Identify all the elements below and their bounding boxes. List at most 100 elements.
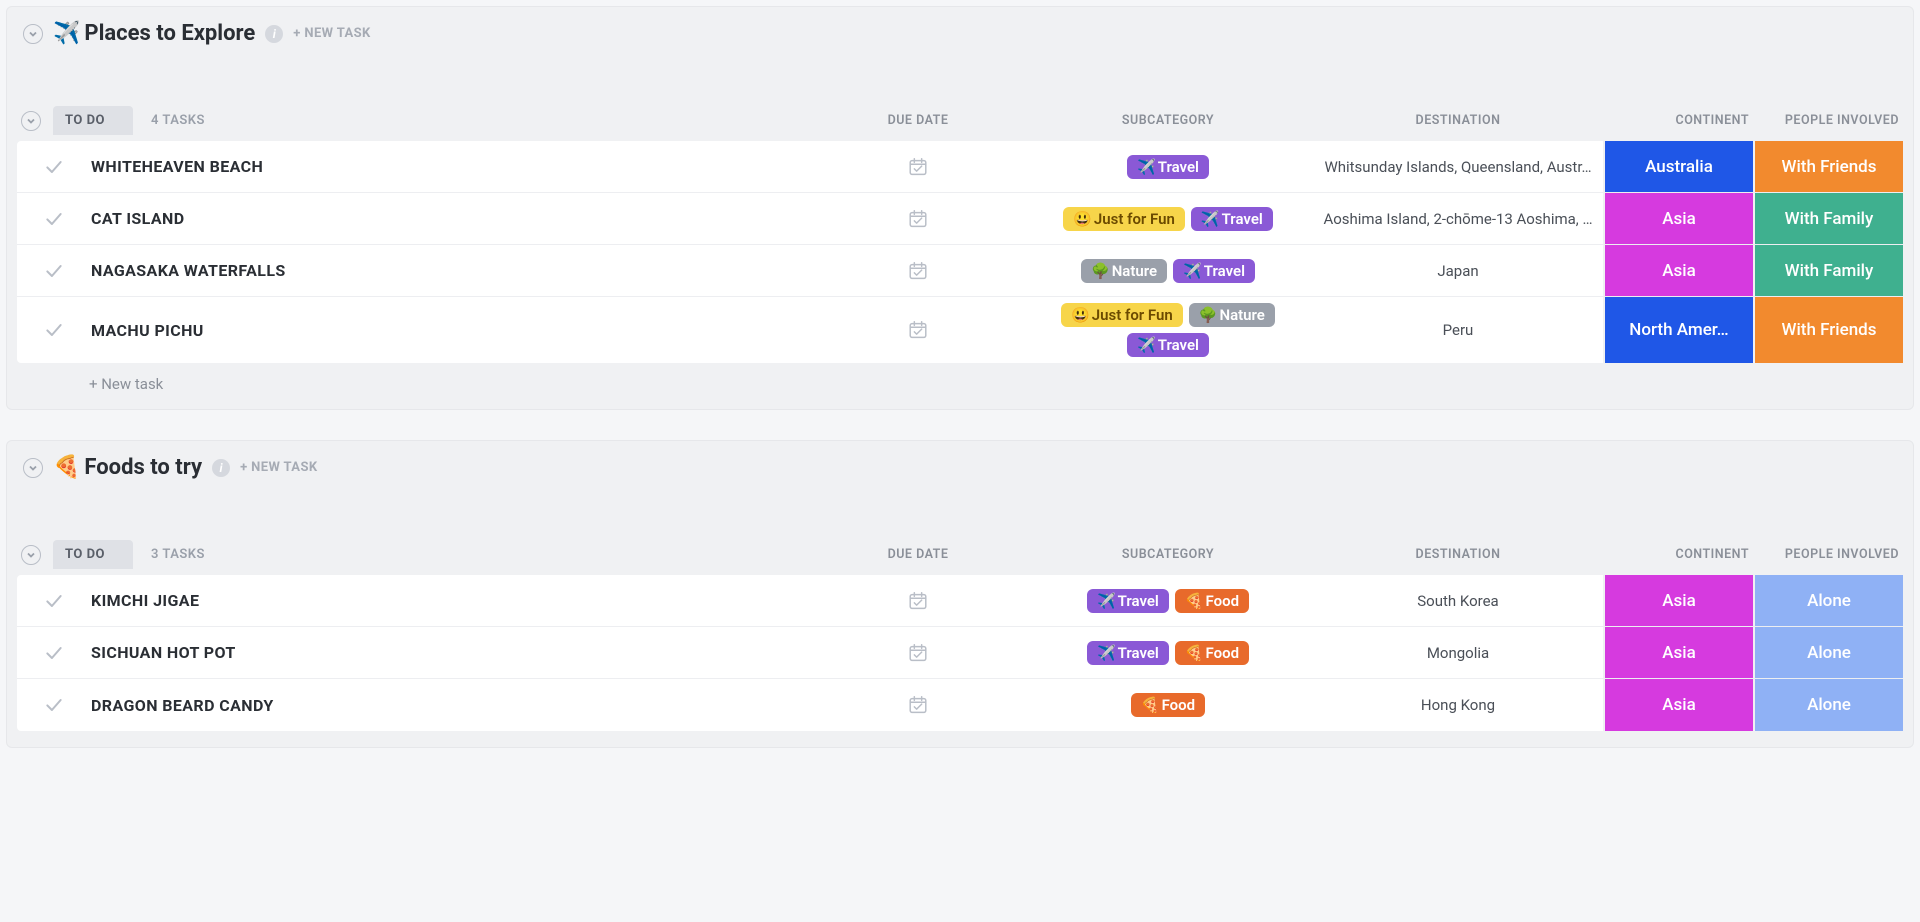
section: ✈️Places to Explore i + NEW TASK TO DO4 TAS… [6,6,1914,410]
collapse-toggle[interactable] [23,24,43,44]
col-subcategory[interactable]: SUBCATEGORY [1023,547,1313,562]
due-date-cell[interactable] [813,156,1023,178]
subcategory-cell[interactable]: 😃Just for Fun🌳Nature ✈️Travel [1023,297,1313,363]
new-task-button-top[interactable]: + NEW TASK [240,460,317,475]
complete-toggle[interactable] [17,591,73,611]
task-row[interactable]: DRAGON BEARD CANDY 🍕Food Hong KongAsiaAlon… [17,679,1903,731]
subcategory-cell[interactable]: 🌳Nature✈️Travel [1023,253,1313,289]
tag-food[interactable]: 🍕Food [1131,693,1205,717]
destination-cell[interactable]: Peru [1313,321,1603,339]
destination-cell[interactable]: Japan [1313,262,1603,280]
tag-nature[interactable]: 🌳Nature [1189,303,1275,327]
people-cell[interactable]: With Friends [1753,297,1903,363]
tag-label: Food [1206,644,1240,662]
tag-fun[interactable]: 😃Just for Fun [1063,207,1185,231]
status-chip[interactable]: TO DO [53,540,133,569]
destination-cell[interactable]: Hong Kong [1313,696,1603,714]
task-name[interactable]: DRAGON BEARD CANDY [73,696,813,715]
column-header-row: TO DO4 TASKSDUE DATESUBCATEGORYDESTINATI… [17,106,1903,141]
tag-label: Just for Fun [1094,210,1175,228]
col-people[interactable]: PEOPLE INVOLVED [1753,547,1903,562]
complete-toggle[interactable] [17,643,73,663]
due-date-cell[interactable] [813,694,1023,716]
subcategory-cell[interactable]: ✈️Travel [1023,149,1313,185]
task-name[interactable]: KIMCHI JIGAE [73,591,813,610]
complete-toggle[interactable] [17,209,73,229]
task-name[interactable]: MACHU PICHU [73,321,813,340]
destination-cell[interactable]: Mongolia [1313,644,1603,662]
people-cell[interactable]: With Family [1753,245,1903,296]
section-title[interactable]: 🍕Foods to try [53,455,202,480]
continent-cell[interactable]: Asia [1603,679,1753,731]
status-chip[interactable]: TO DO [53,106,133,135]
tag-label: Food [1162,696,1196,714]
tag-fun[interactable]: 😃Just for Fun [1061,303,1183,327]
task-name[interactable]: SICHUAN HOT POT [73,643,813,662]
task-name[interactable]: CAT ISLAND [73,209,813,228]
info-icon[interactable]: i [212,459,230,477]
tag-travel[interactable]: ✈️Travel [1173,259,1255,283]
col-due-date[interactable]: DUE DATE [813,113,1023,128]
tag-food[interactable]: 🍕Food [1175,641,1249,665]
due-date-cell[interactable] [813,319,1023,341]
due-date-cell[interactable] [813,208,1023,230]
people-cell[interactable]: Alone [1753,575,1903,626]
group-collapse-toggle[interactable] [21,545,41,565]
continent-cell[interactable]: Australia [1603,141,1753,192]
continent-cell[interactable]: Asia [1603,193,1753,244]
complete-toggle[interactable] [17,695,73,715]
new-task-button-bottom[interactable]: + New task [17,363,1903,393]
due-date-cell[interactable] [813,642,1023,664]
destination-cell[interactable]: Whitsunday Islands, Queensland, Austr… [1313,158,1603,176]
section-header: ✈️Places to Explore i + NEW TASK [17,15,1903,52]
subcategory-cell[interactable]: ✈️Travel🍕Food [1023,583,1313,619]
col-due-date[interactable]: DUE DATE [813,547,1023,562]
col-people[interactable]: PEOPLE INVOLVED [1753,113,1903,128]
complete-toggle[interactable] [17,157,73,177]
tag-travel[interactable]: ✈️Travel [1191,207,1273,231]
task-row[interactable]: SICHUAN HOT POT✈️Travel🍕FoodMongoliaAsia… [17,627,1903,679]
task-row[interactable]: CAT ISLAND😃Just for Fun✈️TravelAoshima I… [17,193,1903,245]
tag-travel[interactable]: ✈️Travel [1127,333,1209,357]
tag-emoji: ✈️ [1137,158,1156,176]
people-cell[interactable]: Alone [1753,679,1903,731]
col-subcategory[interactable]: SUBCATEGORY [1023,113,1313,128]
people-cell[interactable]: Alone [1753,627,1903,678]
group-collapse-toggle[interactable] [21,111,41,131]
people-cell[interactable]: With Friends [1753,141,1903,192]
task-row[interactable]: KIMCHI JIGAE✈️Travel🍕FoodSouth KoreaAsia… [17,575,1903,627]
destination-cell[interactable]: Aoshima Island, 2-chōme-13 Aoshima, … [1313,210,1603,228]
tag-travel[interactable]: ✈️Travel [1087,641,1169,665]
task-row[interactable]: NAGASAKA WATERFALLS🌳Nature✈️TravelJapanA… [17,245,1903,297]
col-continent[interactable]: CONTINENT [1603,547,1753,562]
continent-cell[interactable]: North Amer… [1603,297,1753,363]
destination-cell[interactable]: South Korea [1313,592,1603,610]
task-row[interactable]: WHITEHEAVEN BEACH ✈️Travel Whitsunday Isla… [17,141,1903,193]
info-icon[interactable]: i [265,25,283,43]
col-destination[interactable]: DESTINATION [1313,113,1603,128]
subcategory-cell[interactable]: 🍕Food [1023,687,1313,723]
task-name[interactable]: WHITEHEAVEN BEACH [73,157,813,176]
task-row[interactable]: MACHU PICHU 😃Just for Fun🌳Nature ✈️Travel P… [17,297,1903,363]
col-continent[interactable]: CONTINENT [1603,113,1753,128]
due-date-cell[interactable] [813,590,1023,612]
continent-cell[interactable]: Asia [1603,575,1753,626]
task-name[interactable]: NAGASAKA WATERFALLS [73,261,813,280]
people-cell[interactable]: With Family [1753,193,1903,244]
tag-travel[interactable]: ✈️Travel [1127,155,1209,179]
continent-cell[interactable]: Asia [1603,245,1753,296]
new-task-button-top[interactable]: + NEW TASK [293,26,370,41]
tag-food[interactable]: 🍕Food [1175,589,1249,613]
complete-toggle[interactable] [17,261,73,281]
subcategory-cell[interactable]: 😃Just for Fun✈️Travel [1023,201,1313,237]
subcategory-cell[interactable]: ✈️Travel🍕Food [1023,635,1313,671]
section-title[interactable]: ✈️Places to Explore [53,21,255,46]
complete-toggle[interactable] [17,320,73,340]
due-date-cell[interactable] [813,260,1023,282]
collapse-toggle[interactable] [23,458,43,478]
continent-cell[interactable]: Asia [1603,627,1753,678]
tag-nature[interactable]: 🌳Nature [1081,259,1167,283]
col-destination[interactable]: DESTINATION [1313,547,1603,562]
tag-label: Just for Fun [1092,306,1173,324]
tag-travel[interactable]: ✈️Travel [1087,589,1169,613]
